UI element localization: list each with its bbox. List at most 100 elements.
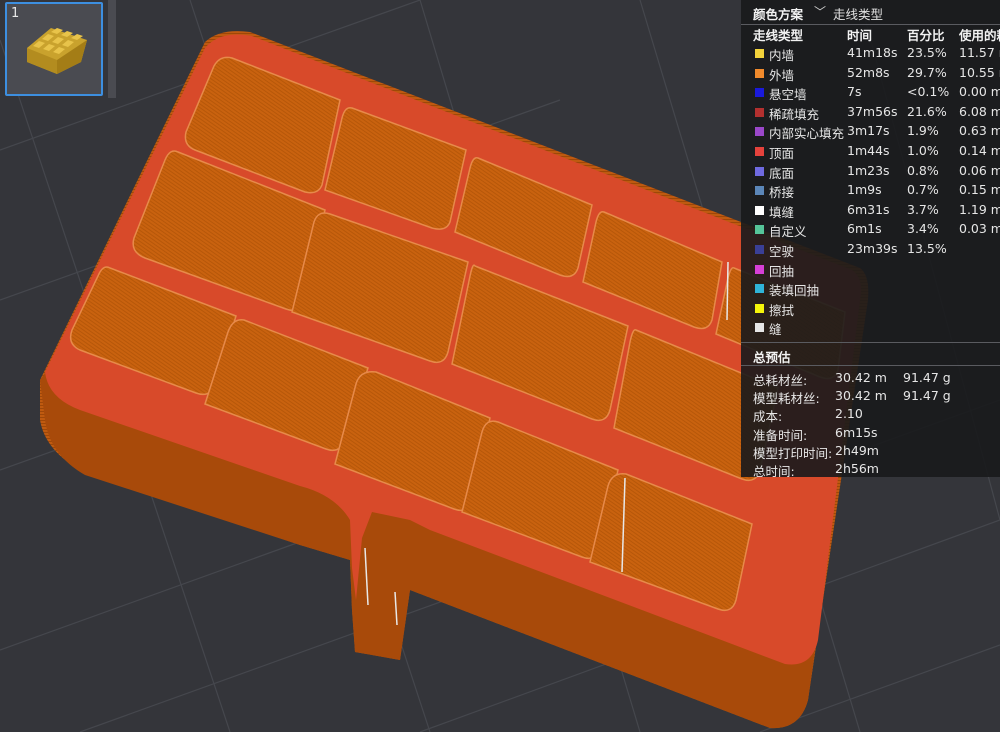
summary-weight: 91.47 g [903, 370, 951, 385]
summary-value: 30.42 m [835, 370, 887, 385]
summary-row: 模型耗材丝: 30.42 m 91.47 g [753, 388, 1000, 406]
color-swatch [755, 166, 764, 176]
color-scheme-title: 颜色方案 [753, 6, 804, 22]
legend-row[interactable]: 自定义 6m1s 3.4% 0.03 m [741, 220, 1000, 240]
feature-percent: 21.6% [907, 103, 947, 119]
summary-value: 2.10 [835, 406, 863, 422]
feature-name: 缝 [769, 322, 782, 338]
feature-used: 0.03 m [959, 221, 1000, 237]
summary-weight: 91.47 g [903, 388, 951, 404]
feature-name: 桥接 [769, 185, 795, 201]
feature-time: 1m23s [847, 162, 890, 178]
feature-name: 空驶 [769, 244, 795, 259]
feature-name: 顶面 [769, 146, 795, 161]
legend-row[interactable]: 内部实心填充 3m17s 1.9% 0.63 m [741, 122, 1000, 142]
model-thumbnail-icon [27, 28, 87, 74]
feature-name: 外墙 [769, 67, 795, 83]
feature-time: 1m9s [847, 182, 882, 198]
color-swatch [755, 245, 764, 254]
color-swatch [755, 284, 764, 294]
feature-time: 1m44s [847, 143, 890, 158]
column-header-used: 使用的耗材 [959, 28, 1000, 43]
summary-value: 2h49m [835, 442, 879, 458]
summary-row: 模型打印时间: 2h49m [753, 443, 1000, 461]
feature-time: 23m39s [847, 241, 898, 256]
column-header-percent: 百分比 [907, 28, 945, 43]
summary-label: 总时间: [753, 464, 795, 477]
feature-time: 6m1s [847, 221, 882, 237]
color-swatch [755, 303, 764, 313]
color-swatch [755, 264, 764, 274]
chevron-down-icon[interactable]: ﹀ [814, 3, 826, 20]
feature-name: 擦拭 [769, 302, 795, 318]
summary-label: 成本: [753, 409, 783, 425]
feature-percent: 1.9% [907, 123, 939, 139]
feature-name: 悬空墙 [769, 87, 807, 103]
legend-row[interactable]: 填缝 6m31s 3.7% 1.19 m [741, 201, 1000, 221]
legend-row[interactable]: 内墙 41m18s 23.5% 11.57 m [741, 44, 1000, 64]
summary-row: 准备时间: 6m15s [753, 425, 1000, 443]
feature-name: 内部实心填充 [769, 126, 845, 142]
summary-row: 成本: 2.10 [753, 406, 1000, 424]
plate-number: 1 [11, 6, 20, 21]
feature-time: 52m8s [847, 64, 890, 80]
legend-row[interactable]: 顶面 1m44s 1.0% 0.14 m [741, 142, 1000, 162]
summary-label: 总耗材丝: [753, 373, 808, 388]
plate-thumbnail[interactable]: 1 [5, 2, 103, 96]
legend-row[interactable]: 空驶 23m39s 13.5% [741, 240, 1000, 260]
color-swatch [755, 205, 764, 215]
summary-label: 模型耗材丝: [753, 391, 820, 407]
feature-used: 10.55 m [959, 64, 1000, 80]
feature-used: 6.08 m [959, 103, 1000, 119]
feature-name: 装填回抽 [769, 283, 820, 299]
feature-percent: 23.5% [907, 45, 947, 60]
summary-row: 总耗材丝: 30.42 m 91.47 g [753, 370, 1000, 388]
summary-label: 模型打印时间: [753, 445, 833, 461]
plate-list-strip [108, 0, 116, 98]
summary-value: 2h56m [835, 461, 879, 476]
legend-row[interactable]: 擦拭 [741, 299, 1000, 319]
feature-percent: 13.5% [907, 241, 947, 256]
color-swatch [755, 225, 764, 235]
feature-percent: 29.7% [907, 64, 947, 80]
legend-row[interactable]: 装填回抽 [741, 279, 1000, 299]
color-swatch [755, 68, 764, 78]
feature-time: 41m18s [847, 45, 898, 60]
legend-row[interactable]: 外墙 52m8s 29.7% 10.55 m [741, 64, 1000, 84]
feature-percent: <0.1% [907, 84, 950, 100]
feature-used: 11.57 m [959, 45, 1000, 60]
summary-value: 6m15s [835, 424, 878, 440]
color-swatch [755, 127, 764, 137]
legend-panel: 颜色方案 ﹀ 走线类型 走线类型 时间 百分比 使用的耗材 内墙 41m18s 23… [741, 0, 1000, 477]
feature-used: 0.63 m [959, 123, 1000, 139]
legend-row[interactable]: 缝 [741, 318, 1000, 338]
legend-row[interactable]: 稀疏填充 37m56s 21.6% 6.08 m [741, 103, 1000, 123]
legend-row[interactable]: 回抽 [741, 260, 1000, 280]
legend-row[interactable]: 悬空墙 7s <0.1% 0.00 m [741, 83, 1000, 103]
feature-percent: 0.7% [907, 182, 939, 198]
color-swatch [755, 107, 764, 117]
feature-name: 内墙 [769, 48, 795, 63]
column-header-time: 时间 [847, 28, 873, 43]
feature-time: 6m31s [847, 201, 890, 217]
feature-name: 自定义 [769, 224, 807, 240]
feature-time: 3m17s [847, 123, 890, 139]
legend-row[interactable]: 底面 1m23s 0.8% 0.06 m [741, 162, 1000, 182]
legend-header: 颜色方案 [753, 3, 803, 23]
feature-used: 0.00 m [959, 84, 1000, 100]
feature-used: 0.14 m [959, 143, 1000, 158]
feature-used: 0.15 m [959, 182, 1000, 198]
summary-title: 总预估 [753, 350, 791, 365]
legend-row[interactable]: 桥接 1m9s 0.7% 0.15 m [741, 181, 1000, 201]
summary-divider [741, 342, 1000, 343]
summary-row: 总时间: 2h56m [753, 461, 1000, 477]
feature-time: 37m56s [847, 103, 898, 119]
feature-percent: 1.0% [907, 143, 939, 158]
feature-used: 0.06 m [959, 162, 1000, 178]
color-swatch [755, 323, 764, 333]
feature-name: 稀疏填充 [769, 106, 820, 122]
color-swatch [755, 49, 764, 58]
view-type-select[interactable]: 走线类型 [833, 4, 883, 23]
column-header-type: 走线类型 [753, 28, 804, 43]
summary-label: 准备时间: [753, 427, 808, 443]
